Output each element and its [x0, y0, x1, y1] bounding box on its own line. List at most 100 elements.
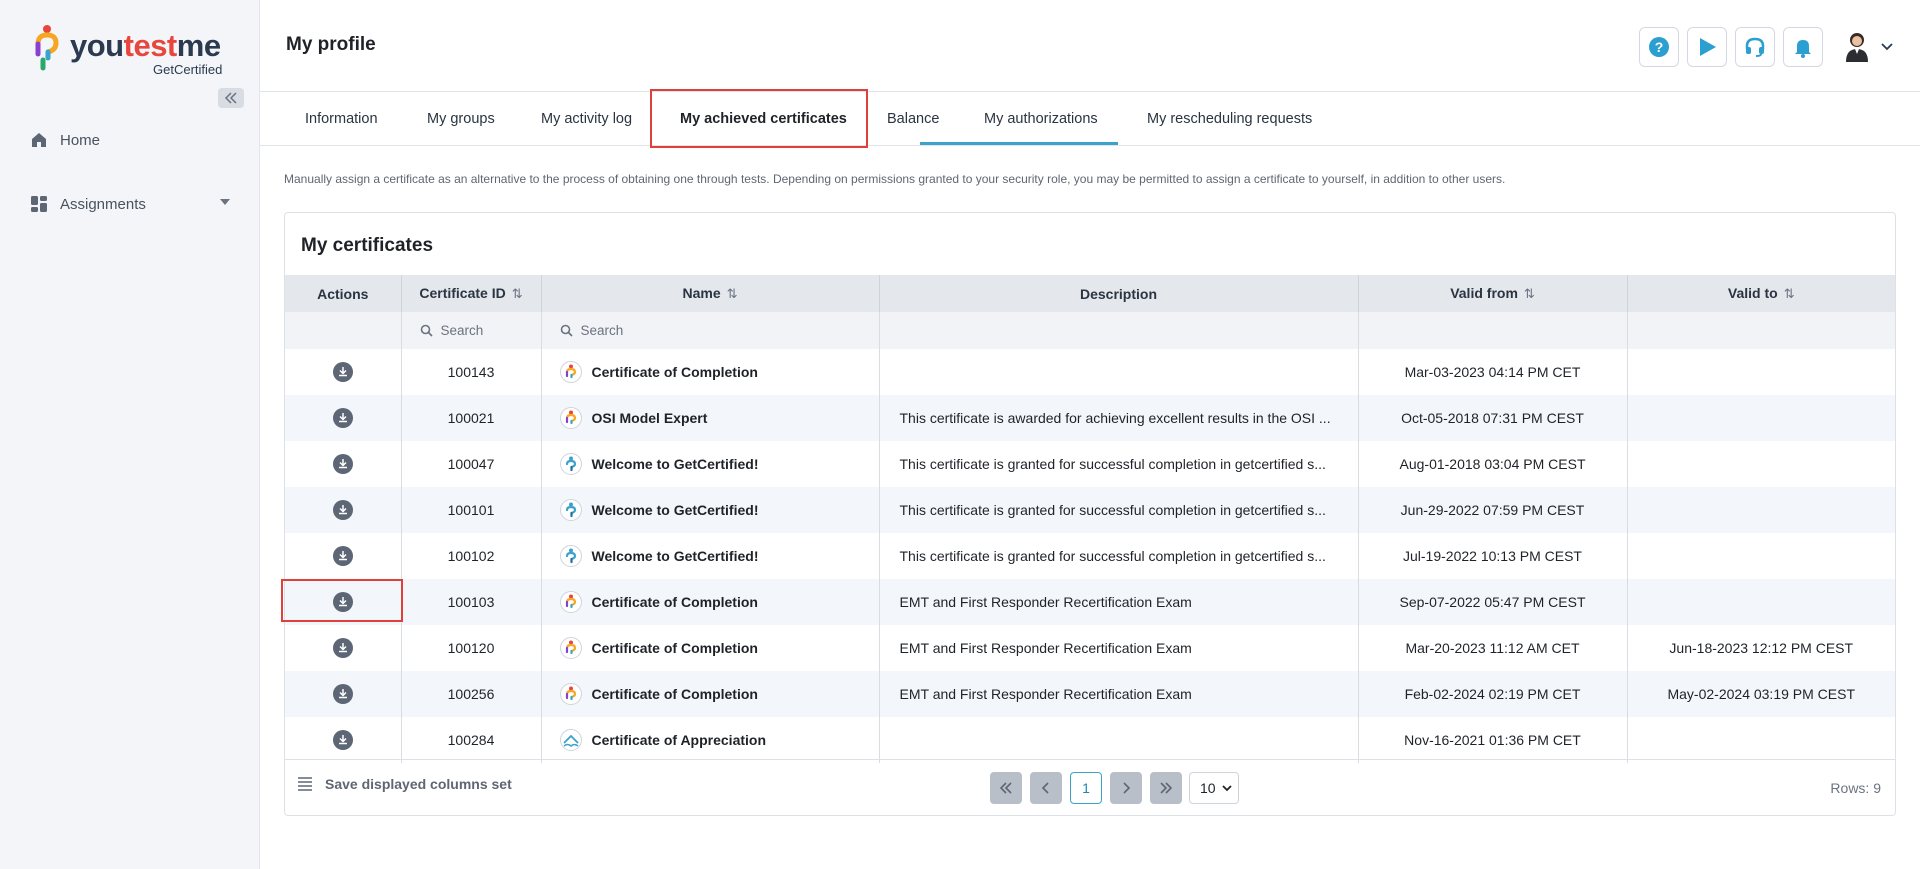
- help-icon: ?: [1649, 37, 1669, 57]
- first-page-button[interactable]: [990, 772, 1022, 804]
- support-button[interactable]: [1735, 27, 1775, 67]
- certificate-name: Certificate of Completion: [591, 686, 758, 702]
- last-page-button[interactable]: [1150, 772, 1182, 804]
- description-cell: [879, 717, 1359, 763]
- sidebar-item-assignments[interactable]: Assignments: [30, 190, 230, 218]
- sidebar-item-home[interactable]: Home: [30, 126, 230, 154]
- table-footer: Save displayed columns set 1 10 Rows: 9: [285, 759, 1895, 815]
- valid-to-cell: [1627, 349, 1895, 395]
- notifications-button[interactable]: [1783, 27, 1823, 67]
- play-button[interactable]: [1687, 27, 1727, 67]
- tab-my-groups[interactable]: My groups: [427, 92, 495, 146]
- tab-my-activity-log[interactable]: My activity log: [541, 92, 632, 146]
- download-certificate-button[interactable]: [332, 362, 353, 382]
- actions-cell: [285, 487, 402, 533]
- person-badge-blue-icon: [559, 453, 582, 475]
- name-cell: Certificate of Appreciation: [541, 717, 880, 763]
- sort-icon[interactable]: ⇅: [1784, 286, 1795, 302]
- column-header-certificate-id[interactable]: Certificate ID ⇅: [401, 275, 542, 312]
- home-icon: [30, 131, 48, 149]
- chevron-down-icon[interactable]: [1881, 40, 1893, 54]
- valid-to-cell: [1627, 441, 1895, 487]
- column-header-valid-to[interactable]: Valid to ⇅: [1627, 275, 1895, 312]
- logo-wordmark: youtestme: [70, 28, 221, 63]
- sort-icon[interactable]: ⇅: [512, 286, 523, 302]
- profile-tabs: Information My groups My activity log My…: [260, 92, 1920, 146]
- column-header-name[interactable]: Name ⇅: [541, 275, 880, 312]
- description-cell: This certificate is granted for successf…: [879, 533, 1359, 579]
- person-badge-icon: [559, 683, 582, 705]
- tab-my-authorizations[interactable]: My authorizations: [984, 92, 1098, 146]
- certificate-id-cell: 100143: [401, 349, 542, 395]
- download-icon: [338, 505, 347, 515]
- logo[interactable]: youtestme GetCertified: [34, 24, 234, 80]
- table-row: 100047 Welcome to GetCertified! This certi…: [285, 441, 1895, 487]
- sidebar-item-label: Home: [60, 131, 101, 149]
- certificate-id-cell: 100047: [401, 441, 542, 487]
- sort-icon[interactable]: ⇅: [727, 286, 738, 302]
- valid-to-cell: [1627, 395, 1895, 441]
- rows-count: Rows: 9: [1830, 780, 1881, 796]
- person-badge-blue-icon: [559, 499, 582, 521]
- download-icon: [338, 459, 347, 469]
- certificate-name: Certificate of Appreciation: [591, 732, 767, 748]
- table-header-row: Actions Certificate ID ⇅ Name ⇅ Descriptio…: [285, 275, 1895, 312]
- help-button[interactable]: ?: [1639, 27, 1679, 67]
- next-page-button[interactable]: [1110, 772, 1142, 804]
- download-certificate-button[interactable]: [332, 592, 353, 612]
- certificate-id-cell: 100120: [401, 625, 542, 671]
- table-row: 100120 Certificate of Completion EMT and F…: [285, 625, 1895, 671]
- person-badge-icon: [559, 591, 582, 613]
- download-certificate-button[interactable]: [332, 500, 353, 520]
- download-icon: [338, 367, 347, 377]
- certificate-name: Welcome to GetCertified!: [591, 502, 759, 518]
- tab-balance[interactable]: Balance: [887, 92, 939, 146]
- person-badge-blue-icon: [559, 545, 582, 567]
- download-certificate-button[interactable]: [332, 546, 353, 566]
- certificate-name: Welcome to GetCertified!: [591, 548, 759, 564]
- sidebar: youtestme GetCertified Home Assignments: [0, 0, 260, 869]
- tab-my-rescheduling-requests[interactable]: My rescheduling requests: [1147, 92, 1312, 146]
- double-chevron-right-icon: [1160, 782, 1173, 794]
- name-search-input[interactable]: Search: [541, 312, 880, 349]
- valid-from-cell: Oct-05-2018 07:31 PM CEST: [1358, 395, 1628, 441]
- download-certificate-button[interactable]: [332, 638, 353, 658]
- page-size-select[interactable]: 10: [1189, 772, 1239, 804]
- column-header-description: Description: [879, 275, 1359, 312]
- bell-icon: [1795, 40, 1811, 58]
- collapse-sidebar-button[interactable]: [218, 88, 244, 108]
- tab-information[interactable]: Information: [305, 92, 378, 146]
- list-icon: [297, 777, 313, 791]
- description-cell: [879, 349, 1359, 395]
- logo-mark-icon: [35, 25, 59, 71]
- sort-icon[interactable]: ⇅: [1524, 286, 1535, 302]
- logo-subtitle: GetCertified: [153, 62, 223, 77]
- name-cell: Certificate of Completion: [541, 671, 880, 717]
- chevron-down-icon[interactable]: [220, 199, 230, 205]
- certificate-id-search-input[interactable]: Search: [401, 312, 542, 349]
- download-certificate-button[interactable]: [332, 730, 353, 750]
- table-row: 100021 OSI Model Expert This certificate i…: [285, 395, 1895, 441]
- description-cell: This certificate is granted for successf…: [879, 487, 1359, 533]
- save-columns-button[interactable]: Save displayed columns set: [297, 776, 512, 792]
- name-cell: Certificate of Completion: [541, 625, 880, 671]
- certificates-card: My certificates Actions Certificate ID ⇅ …: [281, 212, 1896, 816]
- person-badge-icon: [559, 407, 582, 429]
- search-icon: [560, 324, 573, 337]
- download-certificate-button[interactable]: [332, 684, 353, 704]
- download-certificate-button[interactable]: [332, 408, 353, 428]
- tab-my-achieved-certificates[interactable]: My achieved certificates: [680, 92, 847, 146]
- user-avatar[interactable]: [1842, 30, 1872, 62]
- chevron-down-icon: [1222, 784, 1232, 791]
- certificate-id-cell: 100103: [401, 579, 542, 625]
- chevron-right-icon: [1123, 782, 1131, 794]
- download-icon: [338, 643, 347, 653]
- download-certificate-button[interactable]: [332, 454, 353, 474]
- column-header-valid-from[interactable]: Valid from ⇅: [1358, 275, 1628, 312]
- previous-page-button[interactable]: [1030, 772, 1062, 804]
- description-cell: EMT and First Responder Recertification …: [879, 625, 1359, 671]
- actions-cell: [285, 717, 402, 763]
- valid-from-cell: Jul-19-2022 10:13 PM CEST: [1358, 533, 1628, 579]
- table-row: 100102 Welcome to GetCertified! This certi…: [285, 533, 1895, 579]
- page-button-current[interactable]: 1: [1070, 772, 1102, 804]
